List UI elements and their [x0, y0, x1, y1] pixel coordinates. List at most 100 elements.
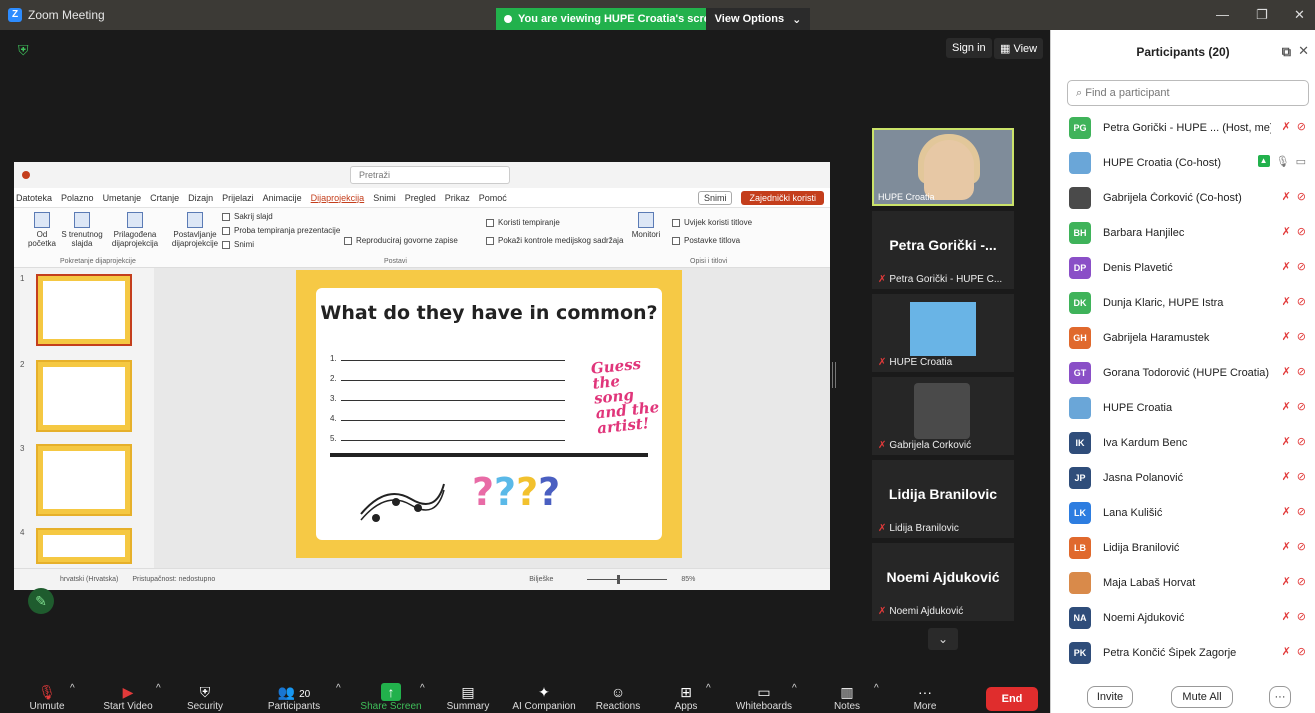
ppt-title-bar: Pretraži — [14, 162, 830, 188]
view-button[interactable]: ▦ View — [994, 38, 1044, 59]
participant-row[interactable]: GH Gabrijela Haramustek ✗ ⊘ — [1051, 320, 1315, 355]
participants-button[interactable]: 👥 20 Participants — [262, 683, 326, 712]
ribbon-group-label: Opisi i titlovi — [690, 258, 728, 265]
participant-row[interactable]: PK Petra Končić Šipek Zagorje ✗ ⊘ — [1051, 635, 1315, 670]
video-off-icon: ⊘ — [1296, 436, 1306, 448]
video-tile[interactable]: Lidija Branilovic ✗ Lidija Branilovic — [872, 460, 1014, 538]
video-tile[interactable]: Petra Gorički -... ✗ Petra Gorički - HUPE… — [872, 211, 1014, 289]
participant-row[interactable]: BH Barbara Hanjilec ✗ ⊘ — [1051, 215, 1315, 250]
participant-name: Gorana Todorović (HUPE Croatia) — [1103, 366, 1270, 379]
apps-button[interactable]: ⊞ Apps — [664, 683, 708, 712]
video-tile-name: Petra Gorički -... — [889, 237, 997, 253]
invite-button[interactable]: Invite — [1087, 686, 1133, 708]
participant-row[interactable]: Maja Labaš Horvat ✗ ⊘ — [1051, 565, 1315, 600]
chevron-up-icon[interactable]: ^ — [420, 683, 425, 694]
record-item: Snimi — [222, 240, 254, 249]
participant-row[interactable]: IK Iva Kardum Benc ✗ ⊘ — [1051, 425, 1315, 460]
unmute-button[interactable]: 🎙 Unmute — [22, 683, 72, 712]
participant-row[interactable]: Gabrijela Čorković (Co-host) ✗ ⊘ — [1051, 180, 1315, 215]
video-strip-scroll-down[interactable]: ⌄ — [928, 628, 958, 650]
participant-row[interactable]: DK Dunja Klaric, HUPE Istra ✗ ⊘ — [1051, 285, 1315, 320]
video-off-icon: ⊘ — [1296, 226, 1306, 238]
ai-companion-button[interactable]: ✦ AI Companion — [508, 683, 580, 712]
ppt-tab: Prijelazi — [222, 192, 254, 203]
chevron-up-icon[interactable]: ^ — [874, 683, 879, 694]
video-off-icon: ⊘ — [1296, 366, 1306, 378]
participant-name: Iva Kardum Benc — [1103, 436, 1188, 449]
window-title: Zoom Meeting — [28, 8, 105, 22]
annotate-pen-icon[interactable]: ✎ — [28, 588, 54, 614]
avatar — [1069, 396, 1091, 419]
restore-icon[interactable]: ❐ — [1256, 7, 1268, 23]
video-tile-caption: HUPE Croatia — [889, 357, 953, 368]
start-video-button[interactable]: ▶ Start Video — [96, 683, 160, 712]
share-screen-button[interactable]: ↑ Share Screen — [358, 683, 424, 712]
view-options-button[interactable]: View Options ⌄ — [706, 8, 810, 30]
pop-out-icon[interactable]: ⧉ — [1282, 44, 1291, 60]
video-off-icon: ⊘ — [1296, 296, 1306, 308]
participant-row[interactable]: LK Lana Kulišić ✗ ⊘ — [1051, 495, 1315, 530]
mic-muted-icon: ✗ — [1281, 611, 1291, 623]
more-button[interactable]: ··· More — [904, 683, 946, 712]
panel-more-button[interactable]: ··· — [1269, 686, 1291, 708]
slide-heading: What do they have in common? — [320, 302, 658, 324]
mute-all-button[interactable]: Mute All — [1171, 686, 1233, 708]
summary-button[interactable]: ▤ Summary — [442, 683, 494, 712]
participant-row[interactable]: HUPE Croatia ✗ ⊘ — [1051, 390, 1315, 425]
always-subtitles-check: Uvijek koristi titlove — [672, 218, 752, 227]
chevron-up-icon[interactable]: ^ — [706, 683, 711, 694]
ppt-share-button: Zajednički koristi — [741, 190, 824, 205]
share-banner-text: You are viewing HUPE Croatia's screen — [518, 13, 723, 25]
video-off-icon: ⊘ — [1296, 576, 1306, 588]
notes-button[interactable]: ▥ Notes — [826, 683, 868, 712]
resize-handle[interactable] — [832, 362, 836, 388]
video-tile[interactable]: ✗ HUPE Croatia — [872, 294, 1014, 372]
video-off-icon: ⊘ — [1296, 261, 1306, 273]
participant-row[interactable]: HUPE Croatia (Co-host) ▲ 🎙 ▭ — [1051, 145, 1315, 180]
participant-row[interactable]: LB Lidija Branilović ✗ ⊘ — [1051, 530, 1315, 565]
chevron-up-icon[interactable]: ^ — [792, 683, 797, 694]
summary-icon: ▤ — [461, 684, 475, 700]
participant-name: Petra Gorički - HUPE ... (Host, me) — [1103, 121, 1271, 134]
from-current-button: S trenutnog slajda — [60, 212, 104, 248]
ppt-ribbon: Od početka S trenutnog slajda Prilagođen… — [14, 208, 830, 268]
chevron-down-icon: ⌄ — [792, 13, 802, 26]
ppt-ribbon-tabs: Datoteka Polazno Umetanje Crtanje Dizajn… — [14, 188, 830, 208]
video-off-icon: ⊘ — [1296, 191, 1306, 203]
zoom-slider — [587, 575, 668, 584]
ppt-tab: Dizajn — [188, 192, 214, 203]
mic-muted-icon: ✗ — [1281, 121, 1291, 133]
close-icon[interactable]: ✕ — [1298, 43, 1309, 59]
security-button[interactable]: ⛨ Security — [180, 683, 230, 712]
participant-search-input[interactable]: ⌕ Find a participant — [1067, 80, 1309, 106]
ppt-tab: Prikaz — [444, 192, 470, 203]
video-off-icon: ⊘ — [1296, 401, 1306, 413]
thumb-number: 1 — [20, 274, 25, 283]
participant-row[interactable]: DP Denis Plavetić ✗ ⊘ — [1051, 250, 1315, 285]
participant-row[interactable]: PG Petra Gorički - HUPE ... (Host, me) ✗ ⊘ — [1051, 110, 1315, 145]
ppt-tab-active: Dijaprojekcija — [310, 192, 365, 203]
chevron-up-icon[interactable]: ^ — [156, 683, 161, 694]
whiteboards-button[interactable]: ▭ Whiteboards — [730, 683, 798, 712]
mic-muted-icon: ✗ — [1281, 576, 1291, 588]
ppt-tab: Umetanje — [102, 192, 142, 203]
participant-name: Dunja Klaric, HUPE Istra — [1103, 296, 1224, 309]
chevron-up-icon[interactable]: ^ — [336, 683, 341, 694]
participant-row[interactable]: NA Noemi Ajduković ✗ ⊘ — [1051, 600, 1315, 635]
end-meeting-button[interactable]: End — [986, 687, 1038, 711]
chevron-up-icon[interactable]: ^ — [70, 683, 75, 694]
ppt-record-button: Snimi — [697, 190, 733, 205]
video-tile[interactable]: Noemi Ajduković ✗ Noemi Ajduković — [872, 543, 1014, 621]
participant-row[interactable]: JP Jasna Polanović ✗ ⊘ — [1051, 460, 1315, 495]
video-tile[interactable]: ✗ Gabrijela Čorković — [872, 377, 1014, 455]
encryption-shield-icon[interactable]: ⛨ — [18, 42, 32, 58]
sign-in-button[interactable]: Sign in — [946, 38, 992, 58]
participant-row[interactable]: GT Gorana Todorović (HUPE Croatia) ✗ ⊘ — [1051, 355, 1315, 390]
participants-panel: Participants (20) ⧉ ✕ ⌕ Find a participa… — [1050, 30, 1315, 713]
video-tile-active[interactable]: HUPE Croatia — [872, 128, 1014, 206]
setup-show-button: Postavljanje dijaprojekcije — [170, 212, 220, 248]
reactions-button[interactable]: ☺ Reactions — [592, 683, 644, 712]
close-window-icon[interactable]: ✕ — [1294, 7, 1305, 23]
minimize-icon[interactable]: — — [1216, 7, 1229, 22]
thumb-number: 4 — [20, 528, 25, 537]
